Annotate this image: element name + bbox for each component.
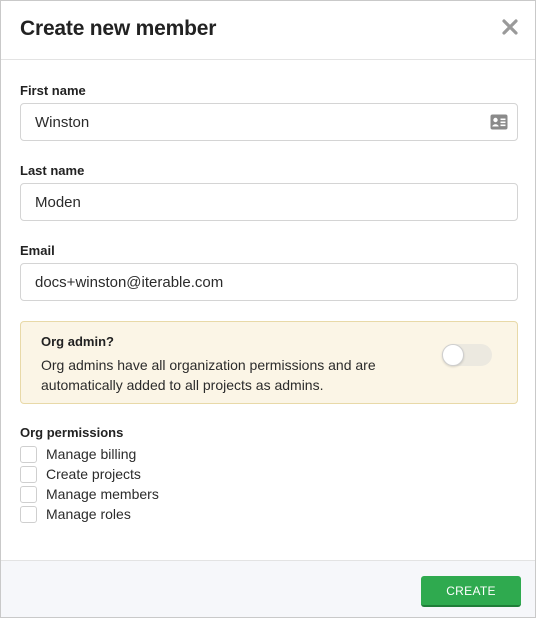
org-admin-title: Org admin? <box>41 334 114 349</box>
create-projects-checkbox[interactable] <box>20 465 37 483</box>
close-button[interactable] <box>501 18 519 36</box>
last-name-label: Last name <box>20 163 85 178</box>
first-name-label: First name <box>20 83 86 98</box>
permission-label: Create projects <box>46 466 141 482</box>
email-input[interactable] <box>20 263 518 301</box>
manage-roles-checkbox[interactable] <box>20 505 37 523</box>
modal-footer: CREATE <box>1 560 535 617</box>
permission-label: Manage billing <box>46 446 137 462</box>
manage-members-checkbox[interactable] <box>20 485 37 503</box>
permission-create-projects[interactable]: Create projects <box>20 464 159 484</box>
email-label: Email <box>20 243 55 258</box>
last-name-input[interactable] <box>20 183 518 221</box>
permission-manage-billing[interactable]: Manage billing <box>20 444 159 464</box>
permission-label: Manage roles <box>46 506 131 522</box>
toggle-knob <box>442 344 464 366</box>
manage-billing-checkbox[interactable] <box>20 445 37 463</box>
org-admin-description: Org admins have all organization permiss… <box>41 357 376 393</box>
contact-card-icon[interactable] <box>490 114 508 130</box>
permission-label: Manage members <box>46 486 159 502</box>
modal-header: Create new member <box>1 1 535 60</box>
org-admin-panel: Org admin? Org admins have all organizat… <box>20 321 518 404</box>
create-button[interactable]: CREATE <box>421 576 521 607</box>
close-icon <box>502 19 518 35</box>
modal-title: Create new member <box>20 17 217 40</box>
permission-manage-members[interactable]: Manage members <box>20 484 159 504</box>
first-name-input[interactable] <box>20 103 518 141</box>
permission-manage-roles[interactable]: Manage roles <box>20 504 159 524</box>
org-permissions-header: Org permissions <box>20 425 124 440</box>
permissions-list: Manage billing Create projects Manage me… <box>20 444 159 524</box>
create-member-modal: Create new member First name Last name E… <box>0 0 536 618</box>
org-admin-toggle[interactable] <box>442 344 492 366</box>
